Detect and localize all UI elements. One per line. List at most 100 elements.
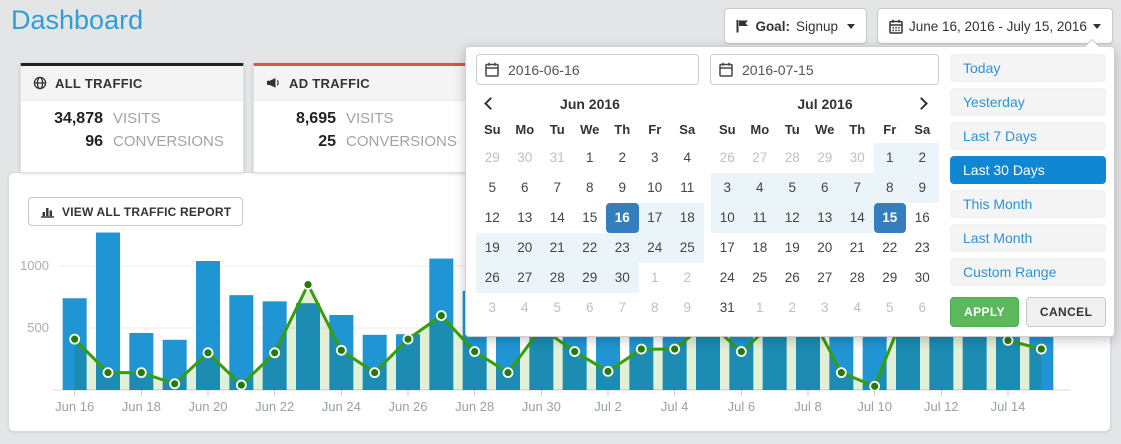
calendar-next-button[interactable] [915, 94, 935, 114]
calendar-day[interactable]: 16 [606, 203, 639, 233]
calendar-day[interactable]: 26 [711, 143, 744, 173]
calendar-day[interactable]: 31 [711, 293, 744, 323]
calendar-day[interactable]: 24 [639, 233, 672, 263]
calendar-day[interactable]: 13 [509, 203, 542, 233]
calendar-day[interactable]: 5 [776, 173, 809, 203]
calendar-day[interactable]: 7 [606, 293, 639, 323]
calendar-day[interactable]: 5 [476, 173, 509, 203]
calendar-day[interactable]: 24 [711, 263, 744, 293]
calendar-day[interactable]: 9 [906, 173, 939, 203]
calendar-day[interactable]: 3 [476, 293, 509, 323]
calendar-day[interactable]: 10 [711, 203, 744, 233]
calendar-day[interactable]: 27 [809, 263, 842, 293]
calendar-day[interactable]: 9 [671, 293, 704, 323]
apply-button[interactable]: APPLY [950, 297, 1019, 327]
calendar-day[interactable]: 11 [671, 173, 704, 203]
calendar-day[interactable]: 4 [671, 143, 704, 173]
calendar-day[interactable]: 20 [509, 233, 542, 263]
calendar-day[interactable]: 8 [574, 173, 607, 203]
calendar-day[interactable]: 4 [841, 293, 874, 323]
calendar-day[interactable]: 29 [874, 263, 907, 293]
calendar-day[interactable]: 17 [711, 233, 744, 263]
calendar-day[interactable]: 31 [541, 143, 574, 173]
calendar-day[interactable]: 29 [574, 263, 607, 293]
calendar-day[interactable]: 4 [744, 173, 777, 203]
calendar-day[interactable]: 8 [639, 293, 672, 323]
calendar-day[interactable]: 6 [906, 293, 939, 323]
calendar-day[interactable]: 22 [874, 233, 907, 263]
calendar-day[interactable]: 18 [744, 233, 777, 263]
calendar-day[interactable]: 14 [841, 203, 874, 233]
range-option-last-month[interactable]: Last Month [950, 224, 1106, 252]
calendar-day[interactable]: 12 [776, 203, 809, 233]
calendar-day[interactable]: 8 [874, 173, 907, 203]
calendar-day[interactable]: 7 [541, 173, 574, 203]
calendar-day[interactable]: 23 [606, 233, 639, 263]
range-option-last-30-days[interactable]: Last 30 Days [950, 156, 1106, 184]
calendar-day[interactable]: 10 [639, 173, 672, 203]
range-option-today[interactable]: Today [950, 54, 1106, 82]
calendar-day[interactable]: 9 [606, 173, 639, 203]
calendar-day[interactable]: 25 [744, 263, 777, 293]
calendar-day[interactable]: 28 [541, 263, 574, 293]
calendar-day[interactable]: 2 [671, 263, 704, 293]
view-all-traffic-report-button[interactable]: VIEW ALL TRAFFIC REPORT [28, 197, 243, 226]
calendar-day[interactable]: 5 [541, 293, 574, 323]
calendar-day[interactable]: 3 [639, 143, 672, 173]
calendar-day[interactable]: 1 [639, 263, 672, 293]
calendar-day[interactable]: 11 [744, 203, 777, 233]
calendar-day[interactable]: 26 [476, 263, 509, 293]
calendar-day[interactable]: 15 [874, 203, 907, 233]
calendar-day[interactable]: 29 [476, 143, 509, 173]
calendar-day[interactable]: 23 [906, 233, 939, 263]
calendar-day[interactable]: 30 [841, 143, 874, 173]
calendar-day[interactable]: 21 [541, 233, 574, 263]
calendar-day[interactable]: 28 [776, 143, 809, 173]
calendar-day[interactable]: 1 [574, 143, 607, 173]
calendar-day[interactable]: 5 [874, 293, 907, 323]
calendar-day[interactable]: 21 [841, 233, 874, 263]
calendar-day[interactable]: 20 [809, 233, 842, 263]
calendar-day[interactable]: 30 [606, 263, 639, 293]
calendar-day[interactable]: 27 [744, 143, 777, 173]
calendar-day[interactable]: 6 [509, 173, 542, 203]
calendar-day[interactable]: 19 [776, 233, 809, 263]
calendar-day[interactable]: 30 [509, 143, 542, 173]
calendar-day[interactable]: 27 [509, 263, 542, 293]
calendar-day[interactable]: 25 [671, 233, 704, 263]
calendar-prev-button[interactable] [480, 94, 500, 114]
calendar-day[interactable]: 1 [744, 293, 777, 323]
range-option-custom-range[interactable]: Custom Range [950, 258, 1106, 286]
calendar-day[interactable]: 22 [574, 233, 607, 263]
calendar-day[interactable]: 14 [541, 203, 574, 233]
range-option-yesterday[interactable]: Yesterday [950, 88, 1106, 116]
calendar-day[interactable]: 1 [874, 143, 907, 173]
calendar-day[interactable]: 19 [476, 233, 509, 263]
goal-dropdown-button[interactable]: Goal: Signup [724, 8, 867, 44]
cancel-button[interactable]: CANCEL [1026, 297, 1106, 327]
calendar-day[interactable]: 18 [671, 203, 704, 233]
calendar-day[interactable]: 16 [906, 203, 939, 233]
calendar-day[interactable]: 26 [776, 263, 809, 293]
end-date-input[interactable] [740, 61, 930, 79]
start-date-input[interactable] [506, 61, 690, 79]
calendar-day[interactable]: 30 [906, 263, 939, 293]
range-option-this-month[interactable]: This Month [950, 190, 1106, 218]
calendar-day[interactable]: 6 [809, 173, 842, 203]
calendar-day[interactable]: 4 [509, 293, 542, 323]
calendar-day[interactable]: 2 [776, 293, 809, 323]
calendar-day[interactable]: 15 [574, 203, 607, 233]
calendar-day[interactable]: 2 [606, 143, 639, 173]
calendar-day[interactable]: 3 [711, 173, 744, 203]
calendar-day[interactable]: 28 [841, 263, 874, 293]
calendar-day[interactable]: 3 [809, 293, 842, 323]
date-range-button[interactable]: June 16, 2016 - July 15, 2016 [877, 8, 1113, 44]
calendar-day[interactable]: 12 [476, 203, 509, 233]
range-option-last-7-days[interactable]: Last 7 Days [950, 122, 1106, 150]
calendar-day[interactable]: 2 [906, 143, 939, 173]
calendar-day[interactable]: 13 [809, 203, 842, 233]
calendar-day[interactable]: 7 [841, 173, 874, 203]
calendar-day[interactable]: 17 [639, 203, 672, 233]
calendar-day[interactable]: 6 [574, 293, 607, 323]
calendar-day[interactable]: 29 [809, 143, 842, 173]
